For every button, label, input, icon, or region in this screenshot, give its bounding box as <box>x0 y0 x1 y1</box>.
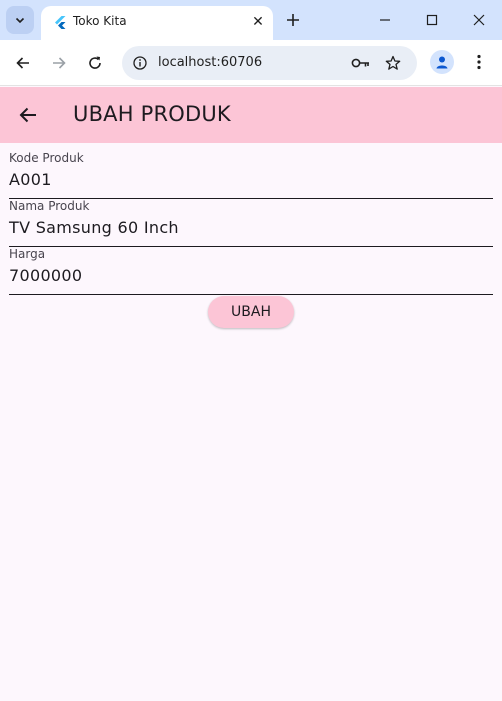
star-icon <box>385 55 401 70</box>
site-info-button[interactable] <box>130 53 150 73</box>
browser-menu-button[interactable] <box>468 50 490 74</box>
harga-input[interactable]: 7000000 <box>9 266 82 285</box>
back-icon <box>16 57 29 69</box>
kode-produk-label: Kode Produk <box>9 151 84 165</box>
close-window-icon <box>473 14 485 26</box>
forward-icon <box>53 57 66 69</box>
browser-toolbar: localhost:60706 <box>0 40 502 86</box>
new-tab-button[interactable] <box>282 9 304 31</box>
chevron-down-icon <box>15 17 25 24</box>
close-window-button[interactable] <box>456 0 502 40</box>
address-bar[interactable]: localhost:60706 <box>122 46 417 80</box>
nama-produk-label: Nama Produk <box>9 199 90 213</box>
profile-icon <box>436 56 448 69</box>
harga-field[interactable]: Harga 7000000 <box>9 247 493 295</box>
close-tab-button[interactable]: ✕ <box>249 13 267 31</box>
harga-label: Harga <box>9 247 46 261</box>
page-title: UBAH PRODUK <box>73 102 231 126</box>
arrow-back-icon <box>19 107 36 123</box>
nama-produk-field[interactable]: Nama Produk TV Samsung 60 Inch <box>9 199 493 247</box>
browser-tab[interactable]: Toko Kita ✕ <box>41 6 273 40</box>
nama-produk-input[interactable]: TV Samsung 60 Inch <box>9 218 179 237</box>
tab-title: Toko Kita <box>73 14 127 28</box>
reload-icon <box>89 56 101 69</box>
kode-produk-field[interactable]: Kode Produk A001 <box>9 151 493 199</box>
password-key-button[interactable] <box>350 53 372 73</box>
bookmark-button[interactable] <box>382 53 404 73</box>
app-bar: UBAH PRODUK <box>0 87 502 143</box>
minimize-button[interactable] <box>362 0 408 40</box>
app-back-button[interactable] <box>14 101 42 129</box>
ubah-button[interactable]: UBAH <box>208 296 294 328</box>
tab-search-button[interactable] <box>6 6 34 34</box>
profile-button[interactable] <box>430 50 454 74</box>
reload-button[interactable] <box>81 49 109 77</box>
minimize-icon <box>380 19 390 21</box>
plus-icon <box>287 14 299 26</box>
maximize-icon <box>426 14 438 26</box>
forward-button[interactable] <box>45 49 73 77</box>
key-icon <box>351 58 369 68</box>
kode-produk-input[interactable]: A001 <box>9 170 52 189</box>
flutter-icon <box>55 16 66 29</box>
more-vert-icon <box>477 54 481 70</box>
maximize-button[interactable] <box>409 0 455 40</box>
browser-tab-strip: Toko Kita ✕ <box>0 0 502 40</box>
url-text[interactable]: localhost:60706 <box>158 55 262 70</box>
info-icon <box>133 56 147 70</box>
back-button[interactable] <box>9 49 37 77</box>
